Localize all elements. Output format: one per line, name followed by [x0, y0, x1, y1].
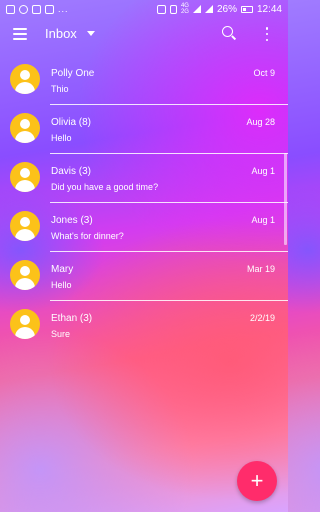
message-date: Aug 1 — [251, 166, 275, 176]
contact-name: Polly One — [51, 68, 95, 79]
contact-name: Olivia (8) — [51, 117, 92, 128]
contact-name: Davis (3) — [51, 166, 92, 177]
avatar — [10, 211, 40, 241]
network-type-icon: 4G 2G — [181, 3, 189, 15]
nfc-icon — [156, 4, 166, 14]
battery-icon — [240, 5, 253, 13]
search-icon[interactable] — [222, 26, 236, 40]
dropdown-icon[interactable] — [87, 31, 95, 36]
conversation-row[interactable]: Mary Hello Mar 19 — [0, 252, 288, 301]
avatar — [10, 260, 40, 290]
conversation-row[interactable]: Davis (3) Did you have a good time? Aug … — [0, 154, 288, 203]
status-bar: ... 4G 2G 26% 12:44 — [0, 0, 288, 18]
message-date: Aug 1 — [251, 215, 275, 225]
bag-notification-icon — [45, 4, 54, 14]
avatar — [10, 64, 40, 94]
avatar — [10, 309, 40, 339]
message-preview: What's for dinner? — [51, 231, 124, 241]
network-type-bottom: 2G — [180, 9, 189, 15]
conversation-row[interactable]: Polly One Thio Oct 9 — [0, 56, 288, 105]
avatar — [10, 162, 40, 192]
conversation-row[interactable]: Jones (3) What's for dinner? Aug 1 — [0, 203, 288, 252]
menu-icon[interactable] — [13, 28, 27, 40]
message-date: 2/2/19 — [249, 313, 275, 323]
contact-name: Mary — [51, 264, 74, 275]
signal-icon-2 — [204, 5, 213, 13]
avatar — [10, 113, 40, 143]
message-date: Aug 28 — [246, 117, 275, 127]
message-preview: Did you have a good time? — [51, 182, 159, 192]
conversation-row[interactable]: Olivia (8) Hello Aug 28 — [0, 105, 288, 154]
contact-name: Jones (3) — [51, 215, 93, 226]
scrollbar[interactable] — [284, 153, 287, 245]
message-preview: Sure — [51, 329, 71, 339]
status-bar-right: 4G 2G 26% 12:44 — [156, 3, 282, 15]
more-vert-icon[interactable] — [265, 27, 269, 41]
chat-notification-icon — [19, 4, 28, 14]
conversation-row[interactable]: Ethan (3) Sure 2/2/19 — [0, 301, 288, 350]
download-notification-icon — [32, 4, 41, 14]
battery-percent: 26% — [216, 3, 237, 15]
message-preview: Hello — [51, 133, 72, 143]
clock: 12:44 — [256, 3, 282, 15]
message-date: Oct 9 — [253, 68, 275, 78]
conversation-list: Polly One Thio Oct 9 Olivia (8) Hello Au… — [0, 56, 288, 350]
contact-name: Ethan (3) — [51, 313, 93, 324]
plus-icon: + — [250, 468, 264, 493]
new-message-button[interactable]: + — [237, 461, 277, 501]
vibrate-icon — [169, 4, 177, 14]
page-title[interactable]: Inbox — [45, 26, 77, 41]
status-bar-left: ... — [6, 4, 69, 14]
app-bar: Inbox — [0, 18, 288, 50]
signal-icon — [192, 5, 201, 13]
more-notifications-indicator: ... — [58, 4, 69, 14]
message-preview: Thio — [51, 84, 69, 94]
gallery-notification-icon — [6, 4, 15, 14]
message-preview: Hello — [51, 280, 72, 290]
message-date: Mar 19 — [246, 264, 275, 274]
